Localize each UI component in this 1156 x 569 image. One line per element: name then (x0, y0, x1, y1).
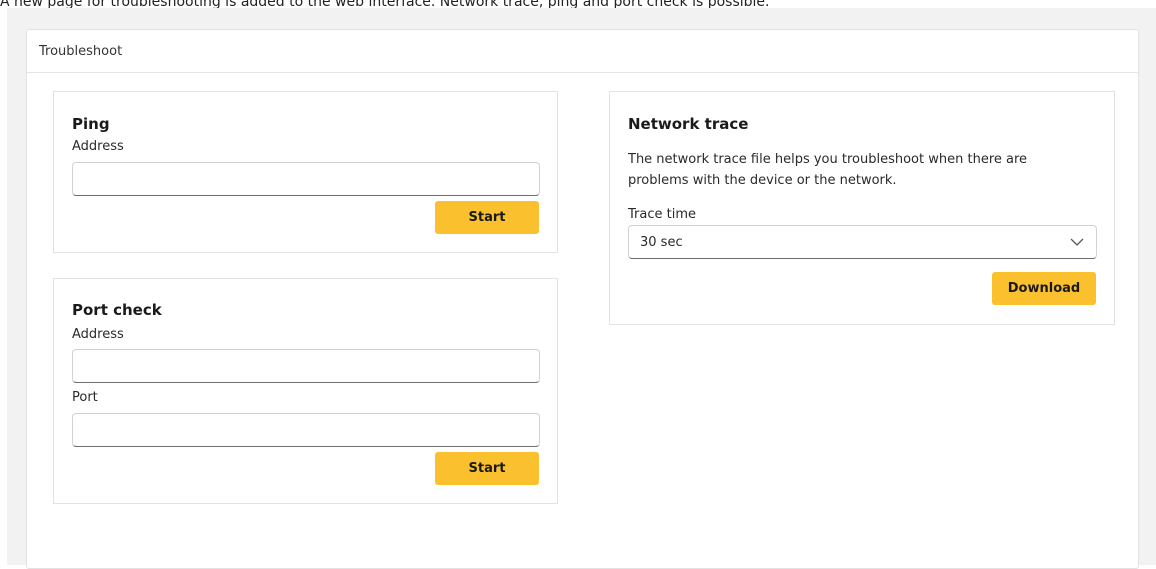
ping-panel: Ping Address Start (53, 91, 558, 253)
ping-start-button[interactable]: Start (435, 201, 539, 234)
ping-address-input[interactable] (72, 162, 540, 196)
port-check-address-label: Address (72, 327, 124, 342)
port-check-start-button[interactable]: Start (435, 452, 539, 485)
trace-time-select[interactable]: 30 sec (628, 225, 1097, 259)
network-trace-description: The network trace file helps you trouble… (628, 152, 1028, 188)
trace-time-label: Trace time (628, 207, 696, 222)
port-check-panel: Port check Address Port Start (53, 278, 558, 504)
port-check-address-input[interactable] (72, 349, 540, 383)
page-title: Troubleshoot (39, 44, 123, 59)
card-header: Troubleshoot (27, 30, 1138, 73)
troubleshoot-card: Troubleshoot Ping Address Start Port che… (26, 29, 1139, 569)
network-trace-panel: Network trace The network trace file hel… (609, 91, 1115, 325)
ping-address-label: Address (72, 139, 124, 154)
download-button[interactable]: Download (992, 272, 1096, 305)
network-trace-title: Network trace (628, 115, 749, 133)
port-label: Port (72, 390, 98, 405)
trace-time-value: 30 sec (640, 235, 683, 250)
ping-title: Ping (72, 115, 110, 133)
port-input[interactable] (72, 413, 540, 447)
port-check-title: Port check (72, 301, 162, 319)
chevron-down-icon (1070, 238, 1084, 246)
